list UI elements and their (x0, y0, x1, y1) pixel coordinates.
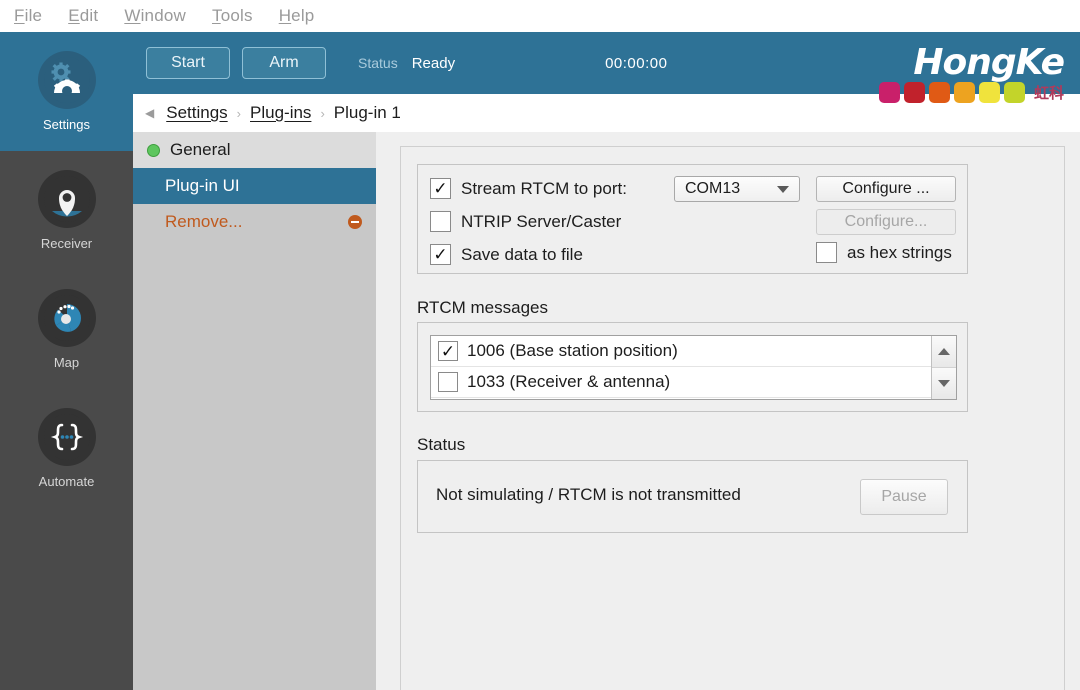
secondary-nav-panel: General Plug-in UI Remove... (133, 132, 376, 690)
rtcm-output-options-group: ✓ Stream RTCM to port: COM13 Configure .… (417, 164, 968, 274)
brand-color-swatches: 虹科 (878, 82, 1064, 103)
sidebar-item-map-label: Map (53, 355, 80, 370)
hex-strings-label: as hex strings (847, 242, 952, 262)
menu-help-accel: H (278, 6, 292, 25)
breadcrumb-separator-1: › (236, 105, 242, 121)
rtcm-messages-group: ✓ 1006 (Base station position) 1033 (Rec… (417, 322, 968, 412)
save-file-label: Save data to file (461, 244, 583, 264)
sidebar-item-settings[interactable]: Settings (0, 32, 133, 151)
sidebar-item-receiver[interactable]: Receiver (0, 151, 133, 270)
menu-file[interactable]: File (14, 6, 42, 26)
status-label: Status (358, 55, 398, 71)
ntrip-checkbox[interactable] (430, 211, 451, 232)
menu-tools[interactable]: Tools (212, 6, 253, 26)
back-arrow-icon[interactable]: ◀ (145, 106, 154, 120)
triangle-down-icon (938, 380, 950, 387)
message-1006-label: 1006 (Base station position) (467, 341, 678, 360)
configure-port-button[interactable]: Configure ... (816, 176, 956, 202)
list-item[interactable]: ✓ 1006 (Base station position) (431, 336, 931, 367)
breadcrumb-item-plugins[interactable]: Plug-ins (250, 103, 311, 123)
pause-button: Pause (860, 479, 948, 515)
nav-item-plugin-ui-label: Plug-in UI (165, 176, 240, 195)
breadcrumb-item-current: Plug-in 1 (333, 103, 401, 122)
listbox-scrollbar[interactable] (931, 336, 956, 399)
sidebar-item-map[interactable]: Map (0, 270, 133, 389)
chevron-down-icon (777, 185, 789, 193)
map-pin-icon (37, 170, 96, 228)
configure-ntrip-button: Configure... (816, 209, 956, 235)
menu-edit[interactable]: Edit (68, 6, 98, 26)
breadcrumb-item-settings[interactable]: Settings (166, 103, 227, 123)
hex-strings-row: as hex strings (816, 242, 952, 263)
stream-rtcm-checkbox[interactable]: ✓ (430, 178, 451, 199)
hex-strings-checkbox[interactable] (816, 242, 837, 263)
menu-help-rest: elp (291, 6, 315, 25)
menu-window-rest: indow (140, 6, 186, 25)
message-1033-label: 1033 (Receiver & antenna) (467, 372, 671, 391)
rtcm-messages-listbox[interactable]: ✓ 1006 (Base station position) 1033 (Rec… (430, 335, 957, 400)
save-file-row: ✓ Save data to file (430, 244, 583, 265)
ntrip-row: NTRIP Server/Caster (430, 211, 621, 232)
list-item[interactable]: 1033 (Receiver & antenna) (431, 367, 931, 398)
menu-tools-rest: ools (220, 6, 253, 25)
status-group: Not simulating / RTCM is not transmitted… (417, 460, 968, 533)
logo-swatch-2 (903, 82, 925, 103)
green-status-dot (147, 143, 160, 157)
port-select-value: COM13 (685, 180, 741, 197)
message-1033-checkbox[interactable] (438, 372, 458, 392)
menu-window[interactable]: Window (124, 6, 186, 26)
nav-item-plugin-ui[interactable]: Plug-in UI (133, 168, 376, 204)
sidebar-item-automate[interactable]: Automate (0, 389, 133, 508)
rtcm-messages-items: ✓ 1006 (Base station position) 1033 (Rec… (431, 336, 931, 399)
logo-swatch-5 (978, 82, 1000, 103)
menu-tools-accel: T (211, 6, 221, 25)
content-panel: ✓ Stream RTCM to port: COM13 Configure .… (400, 146, 1065, 690)
primary-sidebar: Settings Receiver Map Automate (0, 32, 133, 690)
logo-swatch-3 (928, 82, 950, 103)
application-window: File Edit Window Tools Help Settings Rec… (0, 0, 1080, 690)
brand-logo-text: HongKe (913, 42, 1065, 83)
menu-edit-accel: E (68, 6, 80, 25)
breadcrumb-separator-2: › (320, 105, 325, 121)
logo-swatch-1 (878, 82, 900, 103)
port-select[interactable]: COM13 (674, 176, 800, 202)
rtcm-messages-title: RTCM messages (417, 298, 548, 317)
ntrip-label: NTRIP Server/Caster (461, 211, 622, 231)
menu-file-rest: ile (24, 6, 43, 25)
logo-swatch-4 (953, 82, 975, 103)
menu-bar: File Edit Window Tools Help (0, 0, 1080, 32)
stream-rtcm-row: ✓ Stream RTCM to port: (430, 178, 627, 199)
status-value: Ready (411, 54, 456, 72)
nav-item-remove-label: Remove... (165, 212, 243, 231)
curly-braces-icon (37, 408, 96, 466)
save-file-checkbox[interactable]: ✓ (430, 244, 451, 265)
minus-circle-icon[interactable] (348, 215, 362, 229)
sidebar-item-automate-label: Automate (38, 474, 95, 489)
nav-item-general-label: General (170, 140, 231, 159)
status-section-title: Status (417, 435, 466, 454)
globe-icon (37, 289, 96, 347)
sidebar-item-settings-label: Settings (43, 117, 90, 132)
scroll-down-button[interactable] (932, 368, 956, 399)
menu-help[interactable]: Help (279, 6, 315, 26)
stream-rtcm-label: Stream RTCM to port: (461, 178, 627, 198)
menu-window-accel: W (124, 6, 141, 25)
sidebar-item-receiver-label: Receiver (40, 236, 93, 251)
status-message: Not simulating / RTCM is not transmitted (436, 485, 741, 504)
nav-item-general[interactable]: General (133, 132, 376, 168)
triangle-up-icon (938, 348, 950, 355)
arm-button[interactable]: Arm (242, 47, 326, 79)
message-1006-checkbox[interactable]: ✓ (438, 341, 458, 361)
scroll-up-button[interactable] (932, 336, 956, 368)
logo-swatch-6 (1003, 82, 1025, 103)
brand-logo-cn: 虹科 (1033, 85, 1064, 102)
menu-edit-rest: dit (79, 6, 99, 25)
start-button[interactable]: Start (146, 47, 230, 79)
gears-icon (37, 51, 96, 109)
menu-file-accel: F (14, 6, 25, 25)
nav-item-remove[interactable]: Remove... (133, 204, 376, 240)
session-timer: 00:00:00 (605, 54, 668, 72)
